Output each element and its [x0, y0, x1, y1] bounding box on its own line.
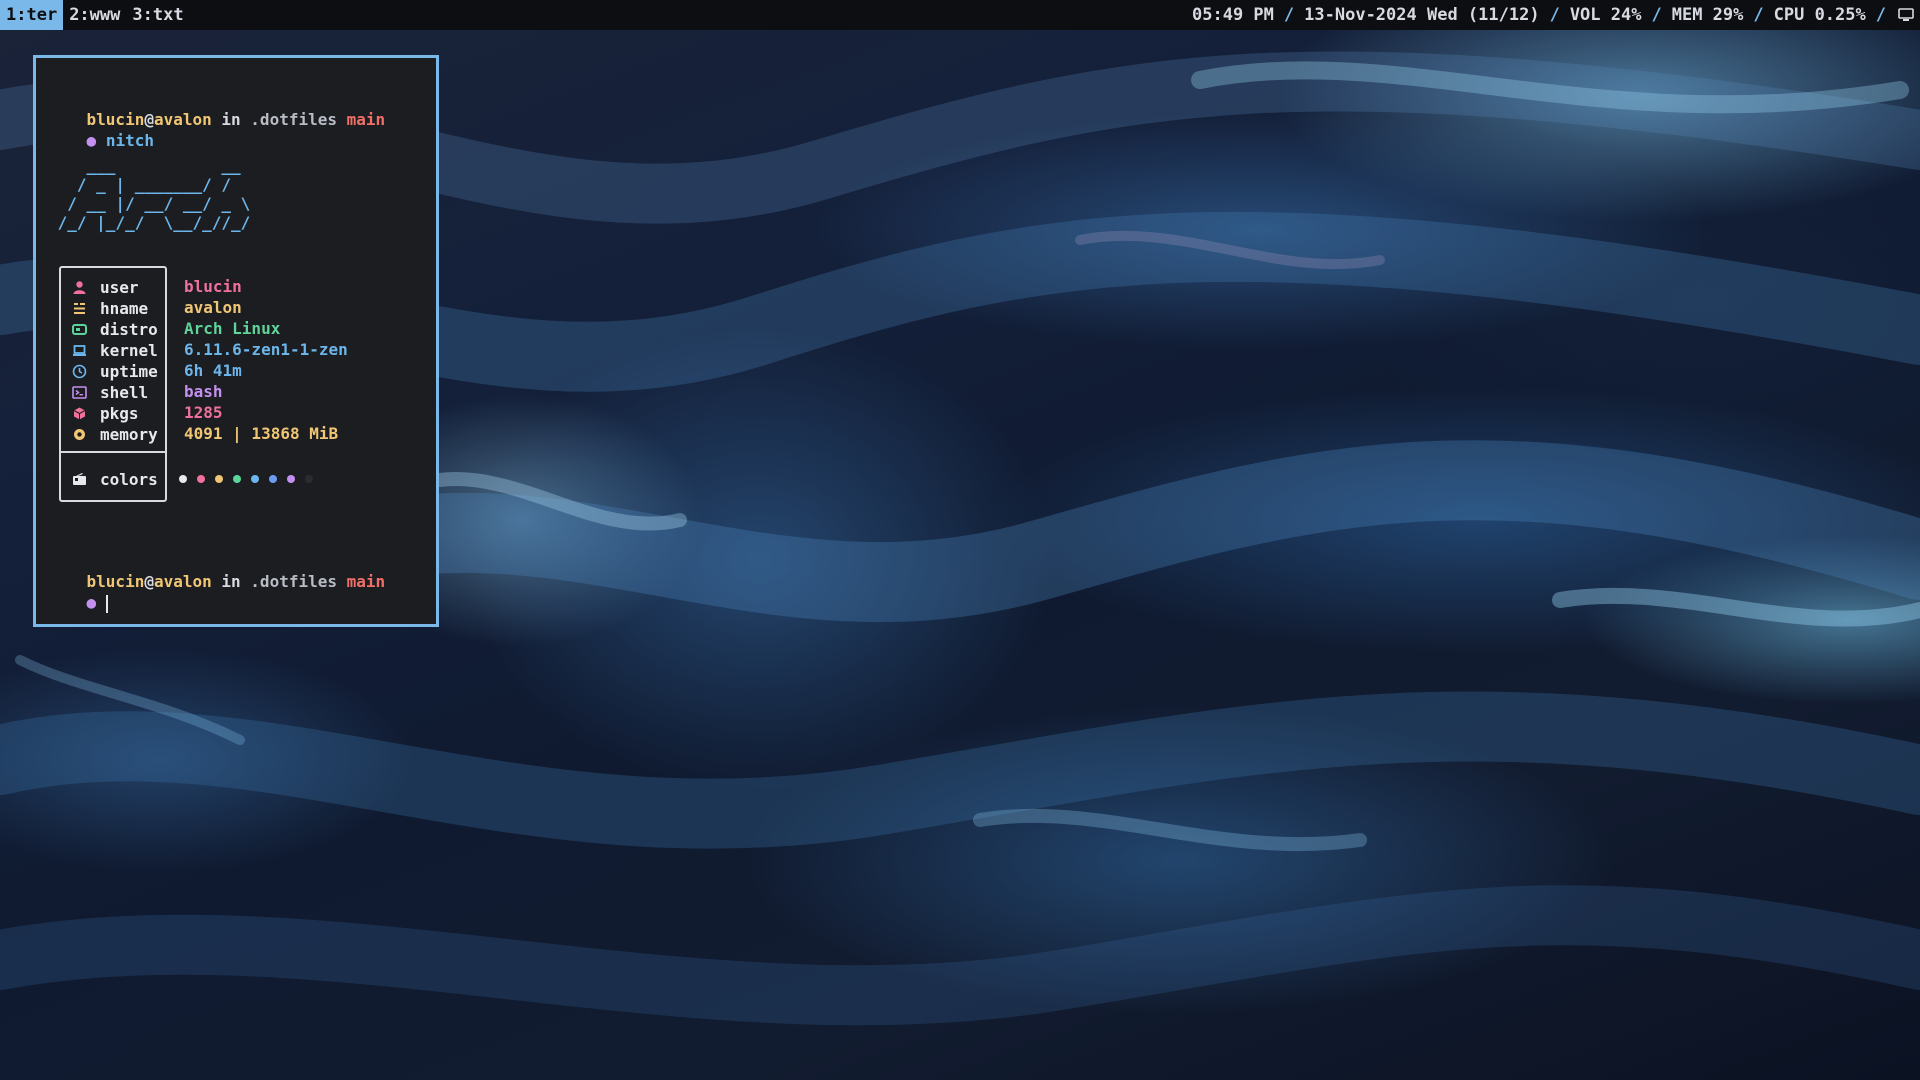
- clock-text: 05:49 PM: [1192, 5, 1274, 25]
- info-box-divider: [59, 451, 167, 453]
- info-value-kernel: 6.11.6-zen1-1-zen: [184, 340, 348, 359]
- text-cursor: [105, 594, 108, 613]
- top-status-bar: 1:ter 2:www 3:txt 05:49 PM / 13-Nov-2024…: [0, 0, 1920, 30]
- ascii-logo: ___ __ / _ | _______/ / / __ |/ __/ __/ …: [57, 156, 251, 232]
- prompt-at: @: [144, 572, 154, 591]
- prompt-host: avalon: [153, 572, 212, 591]
- workspace-2-www[interactable]: 2:www: [63, 0, 126, 30]
- color-swatch: [269, 475, 277, 483]
- clock-icon: [72, 364, 87, 379]
- info-label: colors: [100, 470, 158, 489]
- workspace-switcher: 1:ter 2:www 3:txt: [0, 0, 190, 30]
- prompt-line: blucin@avalon in .dotfiles main: [48, 552, 386, 591]
- status-area: 05:49 PM / 13-Nov-2024 Wed (11/12) / VOL…: [1192, 0, 1914, 30]
- info-value-distro: Arch Linux: [184, 319, 281, 338]
- prompt-git-branch: main: [346, 572, 386, 591]
- user-icon: [73, 281, 86, 294]
- info-label: shell: [100, 383, 149, 402]
- info-label: distro: [100, 320, 158, 339]
- package-icon: [73, 407, 86, 420]
- separator: /: [1753, 5, 1764, 25]
- separator: /: [1283, 5, 1295, 25]
- info-value-hname: avalon: [184, 298, 242, 317]
- info-value-shell: bash: [184, 382, 223, 401]
- prompt-line: blucin@avalon in .dotfiles main: [48, 90, 386, 129]
- terminal-icon: [72, 386, 87, 399]
- info-value-user: blucin: [184, 277, 242, 296]
- color-swatch: [197, 475, 205, 483]
- separator: /: [1875, 5, 1886, 25]
- info-value-pkgs: 1285: [184, 403, 223, 422]
- date-text: 13-Nov-2024 Wed (11/12): [1304, 5, 1540, 25]
- command-line: ● nitch: [48, 111, 154, 150]
- info-label: hname: [100, 299, 149, 318]
- memory-icon: [74, 429, 85, 440]
- color-swatch: [179, 475, 187, 483]
- prompt-bullet: ●: [86, 131, 97, 150]
- laptop-icon: [73, 345, 86, 356]
- memory-indicator: MEM 29%: [1671, 5, 1744, 25]
- input-line[interactable]: ●: [48, 573, 108, 613]
- monitor-icon[interactable]: [1898, 8, 1914, 22]
- terminal-window[interactable]: blucin@avalon in .dotfiles main ● nitch …: [33, 55, 439, 627]
- info-label: pkgs: [100, 404, 139, 423]
- info-label: uptime: [100, 362, 158, 381]
- prompt-host: avalon: [153, 110, 212, 129]
- cpu-indicator: CPU 0.25%: [1773, 5, 1866, 25]
- workspace-3-txt[interactable]: 3:txt: [126, 0, 189, 30]
- color-swatch: [251, 475, 259, 483]
- info-label: kernel: [100, 341, 158, 360]
- color-swatch: [305, 475, 313, 483]
- color-swatch: [233, 475, 241, 483]
- separator: /: [1549, 5, 1560, 25]
- prompt-git-branch: main: [346, 110, 386, 129]
- prompt-directory: .dotfiles: [250, 572, 337, 591]
- color-swatch: [287, 475, 295, 483]
- prompt-bullet: ●: [86, 593, 97, 612]
- workspace-1-terminal[interactable]: 1:ter: [0, 0, 64, 30]
- info-label: memory: [100, 425, 158, 444]
- command-text: nitch: [105, 131, 154, 150]
- info-label: user: [100, 278, 139, 297]
- prompt-in: in: [211, 572, 251, 591]
- prompt-directory: .dotfiles: [250, 110, 337, 129]
- info-value-memory: 4091 | 13868 MiB: [184, 424, 339, 443]
- volume-indicator[interactable]: VOL 24%: [1570, 0, 1642, 30]
- separator: /: [1651, 5, 1662, 25]
- prompt-in: in: [211, 110, 251, 129]
- hostname-icon: [74, 303, 85, 314]
- color-swatch: [215, 475, 223, 483]
- color-palette: [179, 469, 323, 489]
- palette-icon: [73, 473, 86, 485]
- distro-icon: [72, 324, 87, 335]
- info-value-uptime: 6h 41m: [184, 361, 242, 380]
